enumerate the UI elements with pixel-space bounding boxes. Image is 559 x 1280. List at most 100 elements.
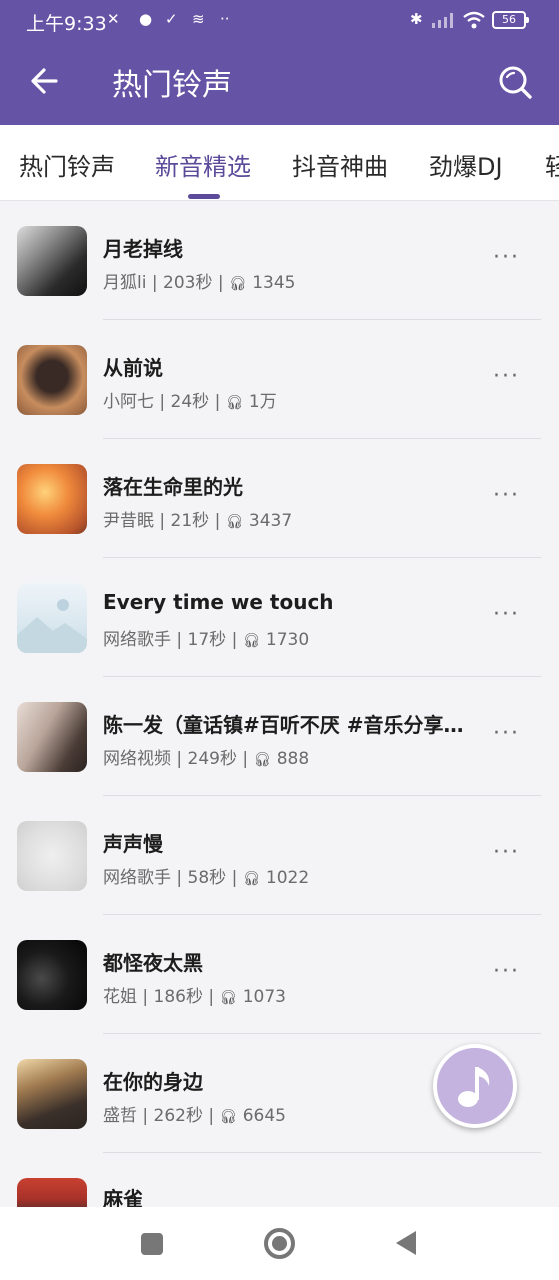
song-duration: 203秒 <box>163 273 213 293</box>
song-meta: 盛哲 | 262秒 | 🎧︎ 6645 <box>103 1106 286 1126</box>
home-button[interactable] <box>264 1228 295 1259</box>
song-duration: 262秒 <box>153 1106 203 1126</box>
song-meta: 月狐li | 203秒 | 🎧︎ 1345 <box>103 273 296 293</box>
more-options-icon[interactable]: ··· <box>493 602 520 627</box>
song-plays: 1730 <box>265 630 310 650</box>
more-options-icon[interactable]: ··· <box>493 483 520 508</box>
toolbar: 热门铃声 <box>0 40 559 125</box>
more-options-icon[interactable]: ··· <box>493 840 520 865</box>
headphones-icon: 🎧︎ <box>242 633 261 649</box>
song-duration: 21秒 <box>170 511 210 531</box>
song-duration: 24秒 <box>170 392 210 412</box>
song-meta: 网络视频 | 249秒 | 🎧︎ 888 <box>103 749 310 769</box>
album-cover <box>17 1059 87 1129</box>
song-meta: 小阿七 | 24秒 | 🎧︎ 1万 <box>103 392 277 412</box>
song-meta: 花姐 | 186秒 | 🎧︎ 1073 <box>103 987 286 1007</box>
song-plays: 3437 <box>248 511 293 531</box>
song-meta: 尹昔眠 | 21秒 | 🎧︎ 3437 <box>103 511 293 531</box>
song-row[interactable]: 都怪夜太黑 花姐 | 186秒 | 🎧︎ 1073 ··· <box>0 915 559 1034</box>
song-row[interactable]: Every time we touch 网络歌手 | 17秒 | 🎧︎ 1730… <box>0 558 559 677</box>
album-cover <box>17 940 87 1010</box>
song-artist: 网络歌手 <box>103 630 171 650</box>
mute-icon: ✕ <box>107 10 120 28</box>
song-title: 从前说 <box>103 356 163 380</box>
song-artist: 小阿七 <box>103 392 154 412</box>
song-duration: 58秒 <box>187 868 227 888</box>
song-title: 在你的身边 <box>103 1070 203 1094</box>
song-duration: 186秒 <box>153 987 203 1007</box>
album-cover <box>17 464 87 534</box>
more-options-icon[interactable]: ··· <box>493 721 520 746</box>
song-artist: 网络歌手 <box>103 868 171 888</box>
song-title: 陈一发（童话镇#百听不厌 #音乐分享… <box>103 713 464 737</box>
system-back-button[interactable] <box>396 1231 416 1255</box>
headphones-icon: 🎧︎ <box>219 1109 238 1125</box>
status-bar: 上午9:33 ✕ ● ✓ ≋ ·· ✱ 56 <box>0 0 559 40</box>
tab-dj[interactable]: 劲爆DJ <box>429 147 503 182</box>
song-title: 都怪夜太黑 <box>103 951 203 975</box>
song-title: 麻雀 <box>103 1187 143 1207</box>
tab-douyin-hits[interactable]: 抖音神曲 <box>292 147 388 182</box>
active-tab-indicator <box>188 194 220 199</box>
song-duration: 17秒 <box>187 630 227 650</box>
music-player-button[interactable] <box>433 1044 517 1128</box>
more-options-icon[interactable]: ··· <box>493 245 520 270</box>
headphones-icon: 🎧︎ <box>225 514 244 530</box>
album-cover <box>17 702 87 772</box>
tab-hot-ringtones[interactable]: 热门铃声 <box>19 147 115 182</box>
song-title: 落在生命里的光 <box>103 475 243 499</box>
song-row[interactable]: 麻雀 <box>0 1153 559 1207</box>
song-row[interactable]: 月老掉线 月狐li | 203秒 | 🎧︎ 1345 ··· <box>0 201 559 320</box>
album-cover <box>17 226 87 296</box>
layers-icon: ≋ <box>192 10 205 28</box>
album-cover <box>17 345 87 415</box>
tab-light[interactable]: 轻 <box>545 147 559 182</box>
more-options-icon[interactable]: ··· <box>493 364 520 389</box>
message-icon: ● <box>139 10 153 28</box>
battery-icon: 56 <box>492 11 529 29</box>
bluetooth-icon: ✱ <box>410 10 423 28</box>
song-artist: 花姐 <box>103 987 137 1007</box>
song-plays: 1万 <box>248 392 277 412</box>
song-meta: 网络歌手 | 17秒 | 🎧︎ 1730 <box>103 630 310 650</box>
song-plays: 1073 <box>242 987 286 1007</box>
song-title: 声声慢 <box>103 832 163 856</box>
album-cover <box>17 821 87 891</box>
headphones-icon: 🎧︎ <box>242 871 261 887</box>
song-plays: 1022 <box>265 868 310 888</box>
page-title: 热门铃声 <box>112 68 232 103</box>
wifi-icon <box>463 11 485 29</box>
song-artist: 尹昔眠 <box>103 511 154 531</box>
song-row[interactable]: 陈一发（童话镇#百听不厌 #音乐分享… 网络视频 | 249秒 | 🎧︎ 888… <box>0 677 559 796</box>
recent-apps-button[interactable] <box>141 1233 163 1255</box>
song-plays: 6645 <box>242 1106 286 1126</box>
music-note-icon <box>458 1067 490 1107</box>
album-cover <box>17 583 87 653</box>
headphones-icon: 🎧︎ <box>225 395 244 411</box>
status-time: 上午9:33 <box>26 13 107 35</box>
back-arrow-icon[interactable] <box>28 64 62 98</box>
song-artist: 盛哲 <box>103 1106 137 1126</box>
song-row[interactable]: 从前说 小阿七 | 24秒 | 🎧︎ 1万 ··· <box>0 320 559 439</box>
more-options-icon[interactable]: ··· <box>493 959 520 984</box>
song-row[interactable]: 落在生命里的光 尹昔眠 | 21秒 | 🎧︎ 3437 ··· <box>0 439 559 558</box>
headphones-icon: 🎧︎ <box>253 752 272 768</box>
check-icon: ✓ <box>165 10 178 28</box>
signal-icon <box>432 13 453 28</box>
song-meta: 网络歌手 | 58秒 | 🎧︎ 1022 <box>103 868 310 888</box>
tab-new-picks[interactable]: 新音精选 <box>155 147 251 182</box>
album-cover <box>17 1178 87 1207</box>
song-duration: 249秒 <box>187 749 237 769</box>
image-placeholder-icon <box>17 599 87 653</box>
song-title: 月老掉线 <box>103 237 183 261</box>
search-icon[interactable] <box>497 64 533 100</box>
headphones-icon: 🎧︎ <box>219 990 238 1006</box>
app-header: 上午9:33 ✕ ● ✓ ≋ ·· ✱ 56 热门铃声 <box>0 0 559 125</box>
category-tabs: 热门铃声 新音精选 抖音神曲 劲爆DJ 轻 <box>0 125 559 201</box>
song-artist: 网络视频 <box>103 749 171 769</box>
more-notifications-icon: ·· <box>220 10 230 28</box>
headphones-icon: 🎧︎ <box>229 276 247 292</box>
song-row[interactable]: 声声慢 网络歌手 | 58秒 | 🎧︎ 1022 ··· <box>0 796 559 915</box>
song-plays: 1345 <box>252 273 296 293</box>
song-plays: 888 <box>276 749 310 769</box>
